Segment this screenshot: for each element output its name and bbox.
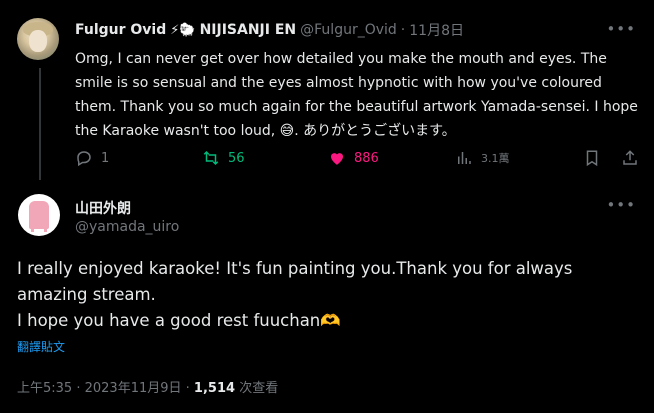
share-button[interactable]: [621, 149, 639, 167]
reply-icon: [77, 151, 91, 167]
tweet-text: Omg, I can never get over how detailed y…: [75, 51, 638, 139]
avatar-chair-leg: [44, 224, 47, 232]
reply-count: 1: [101, 150, 110, 166]
tweet-date[interactable]: 2023年11月9日: [85, 381, 182, 396]
retweet-count: 56: [228, 150, 245, 166]
author-emoji: ⚡🐑: [170, 22, 196, 38]
analytics-icon: [458, 152, 471, 164]
separator: ·: [400, 22, 406, 38]
author-tag: NIJISANJI EN: [199, 22, 297, 38]
views-label: 次查看: [239, 381, 279, 396]
author-name[interactable]: 山田外朗: [75, 198, 131, 218]
bookmark-button[interactable]: [583, 149, 601, 167]
more-options-icon[interactable]: •••: [606, 196, 636, 214]
translate-link[interactable]: 翻譯貼文: [17, 338, 65, 355]
bookmark-icon: [586, 150, 598, 167]
views-count: 3.1萬: [481, 152, 510, 165]
action-bar: 1 56 886 3.1萬: [75, 149, 637, 169]
tweet-time[interactable]: 上午5:35: [17, 381, 72, 396]
avatar[interactable]: [17, 18, 59, 60]
tweet-header: Fulgur Ovid ⚡🐑 NIJISANJI EN @Fulgur_Ovid…: [75, 20, 464, 40]
focused-tweet: 山田外朗 @yamada_uiro ••• I really enjoyed k…: [0, 182, 654, 413]
avatar-face: [29, 30, 47, 52]
tweet-text-line: I hope you have a good rest fuuchan🫶: [17, 311, 341, 330]
reply-button[interactable]: 1: [75, 149, 109, 167]
author-name[interactable]: Fulgur Ovid: [75, 22, 166, 38]
parent-tweet[interactable]: Fulgur Ovid ⚡🐑 NIJISANJI EN @Fulgur_Ovid…: [0, 0, 654, 182]
share-icon: [623, 150, 637, 165]
retweet-icon: [203, 150, 219, 166]
thread-line: [39, 68, 41, 180]
like-button[interactable]: 886: [328, 149, 379, 167]
avatar[interactable]: [18, 194, 60, 236]
tweet-meta: 上午5:35 · 2023年11月9日 · 1,514 次查看: [17, 381, 279, 396]
author-handle[interactable]: @Fulgur_Ovid: [300, 22, 397, 38]
tweet-date[interactable]: 11月8日: [409, 20, 464, 40]
views-count: 1,514: [193, 381, 236, 396]
tweet-text: I really enjoyed karaoke! It's fun paint…: [17, 256, 627, 334]
views-button[interactable]: 3.1萬: [455, 149, 510, 167]
author-handle[interactable]: @yamada_uiro: [75, 219, 179, 235]
tweet-text-line: I really enjoyed karaoke! It's fun paint…: [17, 259, 573, 304]
more-options-icon[interactable]: •••: [606, 20, 636, 38]
like-count: 886: [354, 150, 379, 166]
retweet-button[interactable]: 56: [202, 149, 245, 167]
heart-filled-icon: [331, 153, 343, 165]
avatar-chair-leg: [31, 224, 34, 232]
